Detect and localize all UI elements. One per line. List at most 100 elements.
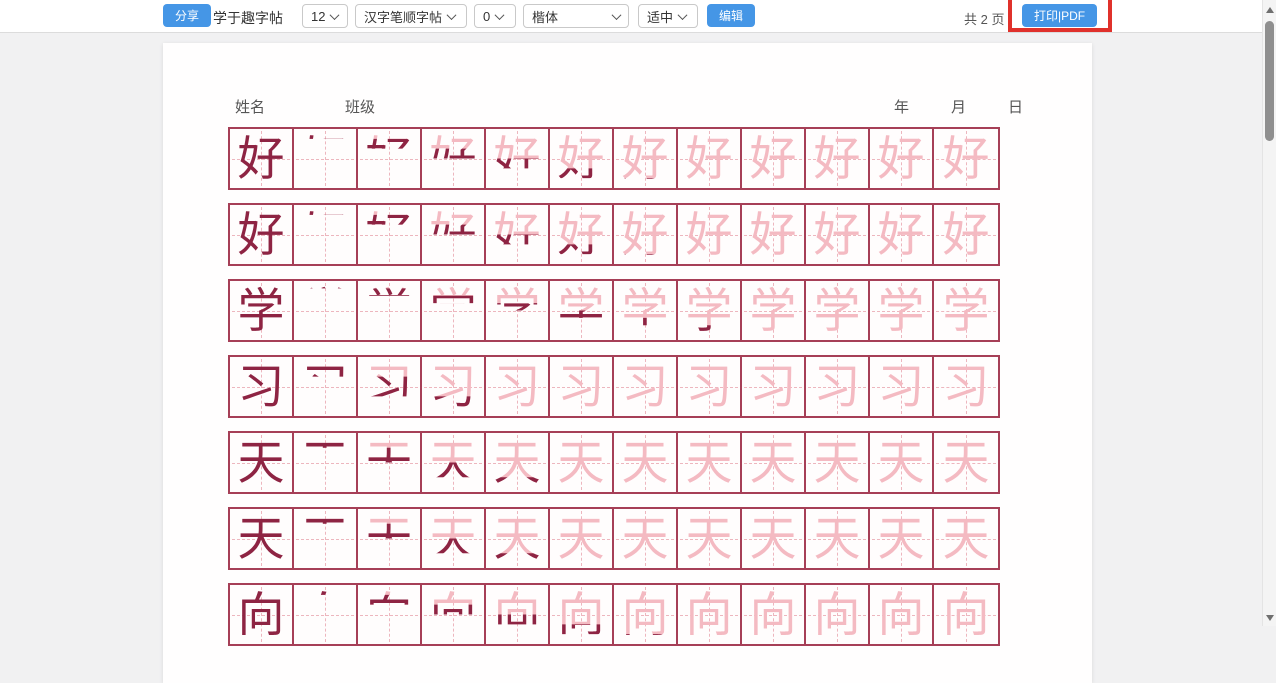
chevron-down-icon: [447, 10, 457, 20]
grid-cell: 天: [614, 433, 678, 492]
grid-cell: 学: [934, 281, 998, 340]
worksheet-rows: 好好好好好好好好好好好好好好好好好好好好好好好好好好好好好好好好好好好好学学学学…: [228, 127, 1000, 659]
edit-button[interactable]: 编辑: [707, 4, 755, 27]
current-stroke: 好: [294, 129, 356, 188]
sheet-header: 姓名 班级 年 月 日: [228, 96, 1022, 120]
grid-cell: 好: [678, 205, 742, 264]
trace-character: 习: [870, 357, 932, 416]
grid-cell: 好好: [294, 205, 358, 264]
grid-cell: 习习: [422, 357, 486, 416]
grid-cell: 好好: [550, 205, 614, 264]
grid-cell: 习: [870, 357, 934, 416]
grid-cell: 习: [614, 357, 678, 416]
grid-cell: 天: [230, 509, 294, 568]
stroke-progress-light: 好: [422, 205, 484, 264]
print-pdf-button[interactable]: 打印|PDF: [1022, 4, 1097, 27]
grid-cell: 习: [678, 357, 742, 416]
scrollbar-thumb[interactable]: [1265, 21, 1274, 141]
grid-cell: 好好: [358, 205, 422, 264]
grid-cell: 好好: [422, 205, 486, 264]
stroke-progress-light: 学: [422, 281, 484, 340]
grid-cell: 学学: [614, 281, 678, 340]
share-button[interactable]: 分享: [163, 4, 211, 27]
sheet-type-select[interactable]: 汉字笔顺字帖: [355, 4, 467, 28]
trace-character: 向: [806, 585, 868, 644]
grid-cell: 学学: [550, 281, 614, 340]
grid-cell: 学学: [678, 281, 742, 340]
vertical-scrollbar[interactable]: [1262, 0, 1276, 626]
model-character: 习: [230, 357, 292, 416]
trace-character: 学: [806, 281, 868, 340]
worksheet-row: 天天天天天天天天天天天天天天天天: [228, 507, 1000, 570]
trace-character: 习: [486, 357, 548, 416]
month-label: 月: [951, 96, 966, 117]
trace-character: 学: [870, 281, 932, 340]
grid-cell: 好好: [486, 205, 550, 264]
grid-cell: 天: [550, 433, 614, 492]
grid-cell: 天: [742, 433, 806, 492]
grid-cell: 习习: [358, 357, 422, 416]
font-size-select[interactable]: 12: [302, 4, 348, 28]
font-family-select[interactable]: 楷体: [523, 4, 629, 28]
current-stroke: 学: [294, 281, 356, 340]
density-value: 适中: [647, 7, 673, 26]
worksheet-row: 学学学学学学学学学学学学学学学学学学学学: [228, 279, 1000, 342]
model-character: 天: [230, 509, 292, 568]
trace-character: 天: [806, 509, 868, 568]
grid-cell: 学: [870, 281, 934, 340]
grid-cell: 向: [870, 585, 934, 644]
grid-cell: 天天: [294, 509, 358, 568]
grid-cell: 好好: [614, 129, 678, 188]
trace-character: 天: [870, 433, 932, 492]
model-character: 学: [230, 281, 292, 340]
stroke-progress-light: 好: [550, 205, 612, 264]
current-stroke: 习: [294, 357, 356, 416]
name-label: 姓名: [235, 96, 265, 117]
grid-cell: 好: [934, 205, 998, 264]
chevron-down-icon: [678, 10, 688, 20]
worksheet-row: 好好好好好好好好好好好好好好好好好好: [228, 203, 1000, 266]
grid-cell: 学学: [486, 281, 550, 340]
trace-character: 习: [934, 357, 998, 416]
grid-cell: 向: [806, 585, 870, 644]
stroke-progress-light: 好: [358, 205, 420, 264]
density-select[interactable]: 适中: [638, 4, 698, 28]
current-stroke: 好: [294, 205, 356, 264]
grid-cell: 向向: [550, 585, 614, 644]
grid-cell: 天: [870, 509, 934, 568]
grid-cell: 天: [870, 433, 934, 492]
font-size-value: 12: [311, 9, 325, 24]
class-label: 班级: [345, 96, 375, 117]
scroll-up-icon[interactable]: [1266, 7, 1274, 13]
stroke-progress-light: 学: [614, 281, 676, 340]
model-character: 向: [230, 585, 292, 644]
day-label: 日: [1008, 96, 1023, 117]
grid-cell: 天天: [486, 433, 550, 492]
trace-character: 向: [934, 585, 998, 644]
grid-cell: 好: [230, 205, 294, 264]
stroke-progress-light: 向: [358, 585, 420, 644]
model-character: 好: [230, 205, 292, 264]
grid-cell: 好: [870, 205, 934, 264]
grid-cell: 好好: [486, 129, 550, 188]
grid-cell: 天: [806, 509, 870, 568]
stroke-progress-light: 好: [550, 129, 612, 188]
grid-cell: 向向: [358, 585, 422, 644]
grid-cell: 天天: [358, 509, 422, 568]
grid-cell: 好好: [614, 205, 678, 264]
scroll-down-icon[interactable]: [1266, 615, 1274, 621]
trace-character: 习: [550, 357, 612, 416]
trace-character: 好: [870, 205, 932, 264]
page-count: 共 2 页: [964, 9, 1004, 28]
chevron-down-icon: [330, 10, 340, 20]
offset-select[interactable]: 0: [474, 4, 516, 28]
grid-cell: 学: [806, 281, 870, 340]
trace-character: 好: [806, 205, 868, 264]
worksheet-row: 向向向向向向向向向向向向向向向向向向: [228, 583, 1000, 646]
grid-cell: 天: [678, 509, 742, 568]
grid-cell: 习: [550, 357, 614, 416]
trace-character: 习: [614, 357, 676, 416]
grid-cell: 好: [742, 129, 806, 188]
grid-cell: 习: [806, 357, 870, 416]
grid-cell: 学: [230, 281, 294, 340]
